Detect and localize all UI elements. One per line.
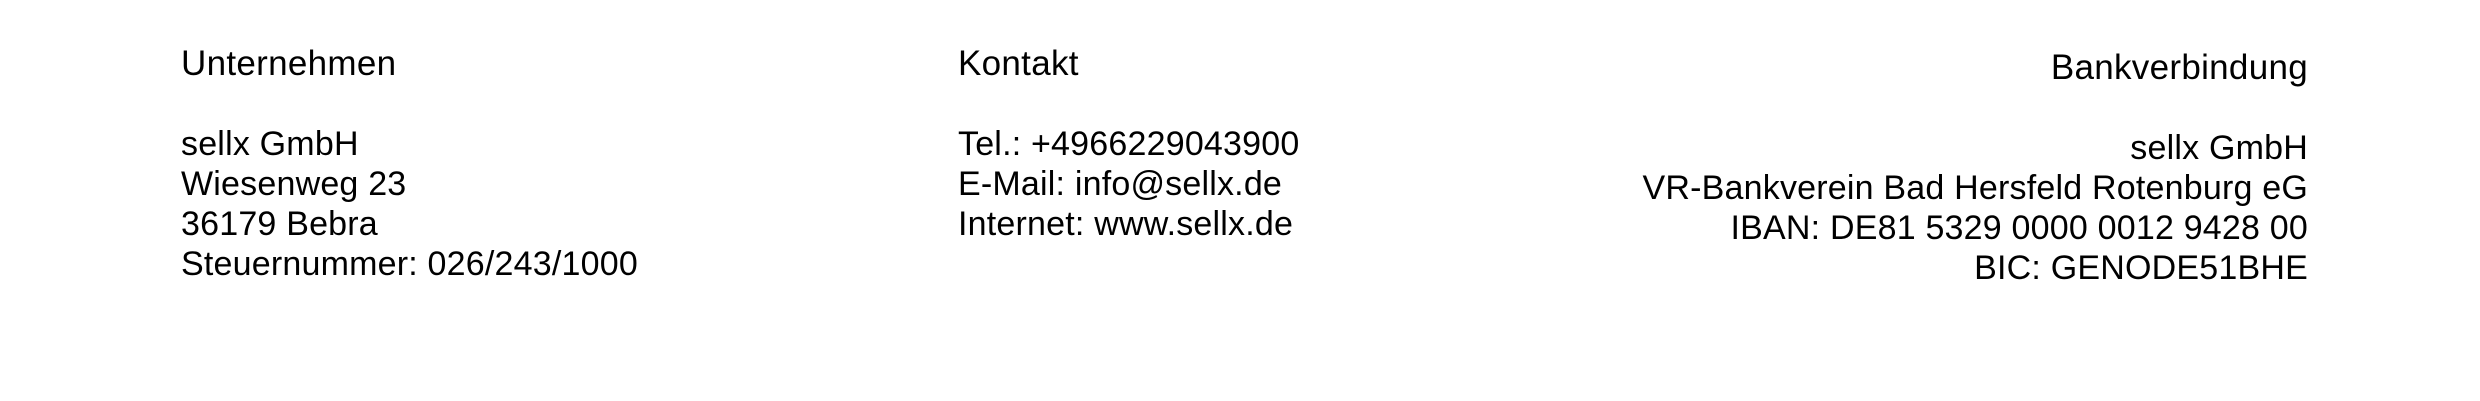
bank-iban: IBAN: DE81 5329 0000 0012 9428 00	[1730, 209, 2308, 247]
bank-heading: Bankverbindung	[2050, 48, 2308, 87]
company-street: Wiesenweg 23	[181, 165, 407, 203]
company-column: Unternehmen sellx GmbH Wiesenweg 23 3617…	[181, 44, 638, 284]
company-heading: Unternehmen	[181, 44, 397, 83]
company-name: sellx GmbH	[181, 125, 359, 163]
contact-column: Kontakt Tel.: +4966229043900 E-Mail: inf…	[958, 44, 1299, 244]
contact-website[interactable]: Internet: www.sellx.de	[958, 204, 1299, 244]
company-tax-number: Steuernummer: 026/243/1000	[181, 245, 638, 283]
bank-account-holder: sellx GmbH	[2130, 129, 2308, 167]
bank-column: Bankverbindung sellx GmbH VR-Bankverein …	[1643, 48, 2308, 288]
bank-bic: BIC: GENODE51BHE	[1974, 249, 2308, 287]
contact-email[interactable]: E-Mail: info@sellx.de	[958, 164, 1299, 204]
bank-name: VR-Bankverein Bad Hersfeld Rotenburg eG	[1642, 169, 2308, 207]
company-city: 36179 Bebra	[181, 205, 378, 243]
contact-phone[interactable]: Tel.: +4966229043900	[958, 124, 1299, 164]
contact-heading: Kontakt	[958, 44, 1079, 83]
